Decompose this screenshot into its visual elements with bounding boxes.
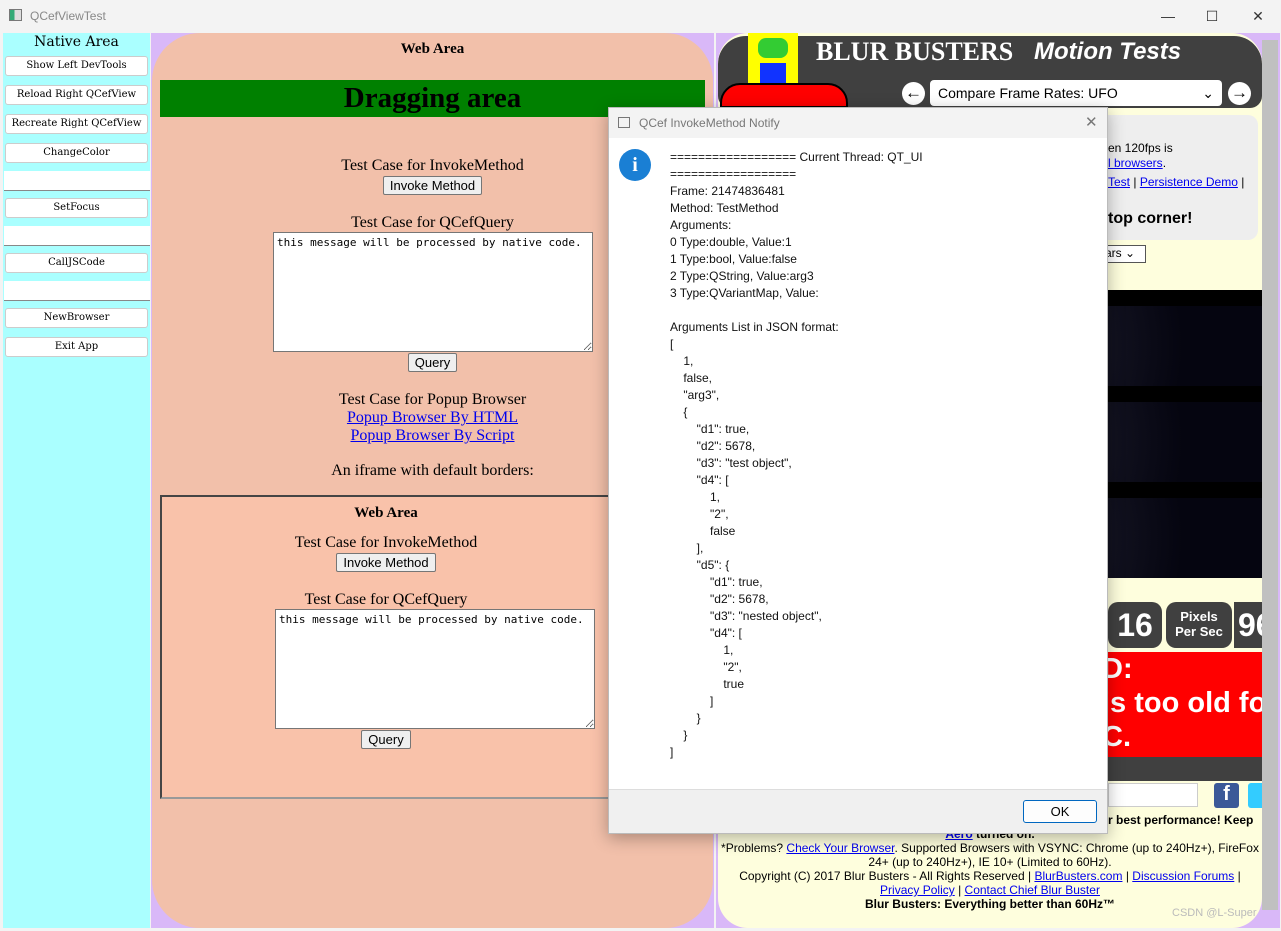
query-textarea[interactable]: this message will be processed by native… [273, 232, 593, 352]
contact-link[interactable]: Contact Chief Blur Buster [965, 883, 1100, 897]
iframe: Web Area Test Case for InvokeMethod Invo… [160, 495, 612, 799]
iframe-query-textarea[interactable]: this message will be processed by native… [275, 609, 595, 729]
corner-text: top corner! [1108, 210, 1193, 227]
pixels-per-sec-label: Pixels Per Sec [1166, 602, 1232, 648]
info-icon: i [619, 149, 651, 181]
popup-html-link[interactable]: Popup Browser By HTML [347, 409, 518, 426]
exit-app-button[interactable]: Exit App [5, 337, 148, 357]
sep: | [1237, 869, 1241, 883]
focus-input[interactable] [4, 226, 150, 246]
logo-text: BLUR BUSTERS [816, 37, 1014, 66]
iframe-invoke-label: Test Case for InvokeMethod [294, 534, 478, 551]
pps-line1: Pixels [1180, 609, 1218, 624]
query-button[interactable]: Query [407, 353, 458, 372]
forums-link[interactable]: Discussion Forums [1132, 869, 1234, 883]
blurbusters-link[interactable]: BlurBusters.com [1034, 869, 1122, 883]
perf-text: r best performance! Keep [1108, 813, 1254, 827]
color-input[interactable] [4, 171, 150, 191]
copyright-text: Copyright (C) 2017 Blur Busters - All Ri… [739, 869, 1035, 883]
supported-text: . Supported Browsers with VSYNC: Chrome … [868, 841, 1259, 869]
share-input[interactable] [1108, 783, 1198, 807]
set-focus-button[interactable]: SetFocus [5, 198, 148, 218]
invoke-method-button[interactable]: Invoke Method [382, 176, 483, 195]
warning-line2: is too old fo [1102, 687, 1262, 719]
privacy-link[interactable]: Privacy Policy [880, 883, 955, 897]
next-arrow-icon[interactable]: → [1228, 82, 1251, 105]
iframe-query-label: Test Case for QCefQuery [304, 591, 468, 608]
close-button[interactable]: ✕ [1238, 4, 1278, 28]
watermark: CSDN @L-Super [1172, 907, 1257, 919]
browsers-link[interactable]: l browsers [1108, 156, 1163, 170]
problems-text: *Problems? [721, 841, 787, 855]
dialog-footer: OK [609, 789, 1107, 833]
window-title: QCefViewTest [30, 9, 106, 23]
info-sep: . [1162, 156, 1167, 170]
dialog-message: ================== Current Thread: QT_UI… [670, 150, 923, 759]
maximize-button[interactable]: ☐ [1192, 4, 1232, 28]
recreate-right-button[interactable]: Recreate Right QCefView [5, 114, 148, 134]
js-code-input[interactable] [4, 281, 150, 301]
native-area: Native Area Show Left DevTools Reload Ri… [3, 33, 150, 928]
info-text: en 120fps is [1108, 141, 1173, 155]
minimize-button[interactable]: — [1148, 4, 1188, 28]
warning-line1: D: [1102, 653, 1133, 685]
iframe-invoke-button[interactable]: Invoke Method [336, 553, 436, 572]
test-select-value: Compare Frame Rates: UFO [938, 85, 1118, 101]
dialog-title: QCef InvokeMethod Notify [639, 116, 780, 130]
app-icon [9, 9, 22, 21]
iframe-title: Web Area [354, 505, 418, 521]
title-bar: QCefViewTest — ☐ ✕ [0, 0, 1281, 32]
show-left-devtools-button[interactable]: Show Left DevTools [5, 56, 148, 76]
call-js-code-button[interactable]: CallJSCode [5, 253, 148, 273]
footer: Aero turned on. *Problems? Check Your Br… [718, 827, 1262, 911]
chevron-down-icon: ⌄ [1202, 85, 1214, 101]
iframe-query-button[interactable]: Query [361, 730, 411, 749]
check-browser-link[interactable]: Check Your Browser [786, 841, 894, 855]
ufo-alien-logo [748, 33, 798, 83]
web-title: Web Area [400, 41, 465, 57]
facebook-icon[interactable]: f [1214, 783, 1239, 808]
test-link[interactable]: Test [1108, 175, 1130, 189]
test-select[interactable]: Compare Frame Rates: UFO ⌄ [930, 80, 1222, 106]
persistence-demo-link[interactable]: Persistence Demo [1140, 175, 1238, 189]
dialog-close-icon[interactable]: ✕ [1085, 113, 1098, 131]
change-color-button[interactable]: ChangeColor [5, 143, 148, 163]
pps-line2: Per Sec [1175, 624, 1223, 639]
ufo-saucer [720, 83, 848, 108]
sep: | [1241, 175, 1245, 189]
new-browser-button[interactable]: NewBrowser [5, 308, 148, 328]
sep: | [1125, 869, 1129, 883]
prev-arrow-icon[interactable]: ← [902, 82, 925, 105]
ok-button[interactable]: OK [1023, 800, 1097, 823]
popup-script-link[interactable]: Popup Browser By Script [351, 427, 515, 444]
reload-right-button[interactable]: Reload Right QCefView [5, 85, 148, 105]
sep: | [958, 883, 962, 897]
vertical-scrollbar[interactable] [1262, 40, 1278, 910]
native-header: Native Area [34, 34, 119, 50]
invoke-notify-dialog: QCef InvokeMethod Notify ✕ i ===========… [608, 107, 1108, 834]
twitter-icon[interactable] [1248, 783, 1262, 808]
fps-readout: 16 [1108, 602, 1162, 648]
logo-motion-tests: Motion Tests [1034, 38, 1182, 65]
dialog-app-icon [618, 117, 630, 128]
sep: | [1133, 175, 1137, 189]
pps-readout: 96 [1234, 602, 1262, 648]
dialog-titlebar: QCef InvokeMethod Notify ✕ [609, 108, 1107, 138]
warning-line3: C. [1102, 721, 1131, 753]
